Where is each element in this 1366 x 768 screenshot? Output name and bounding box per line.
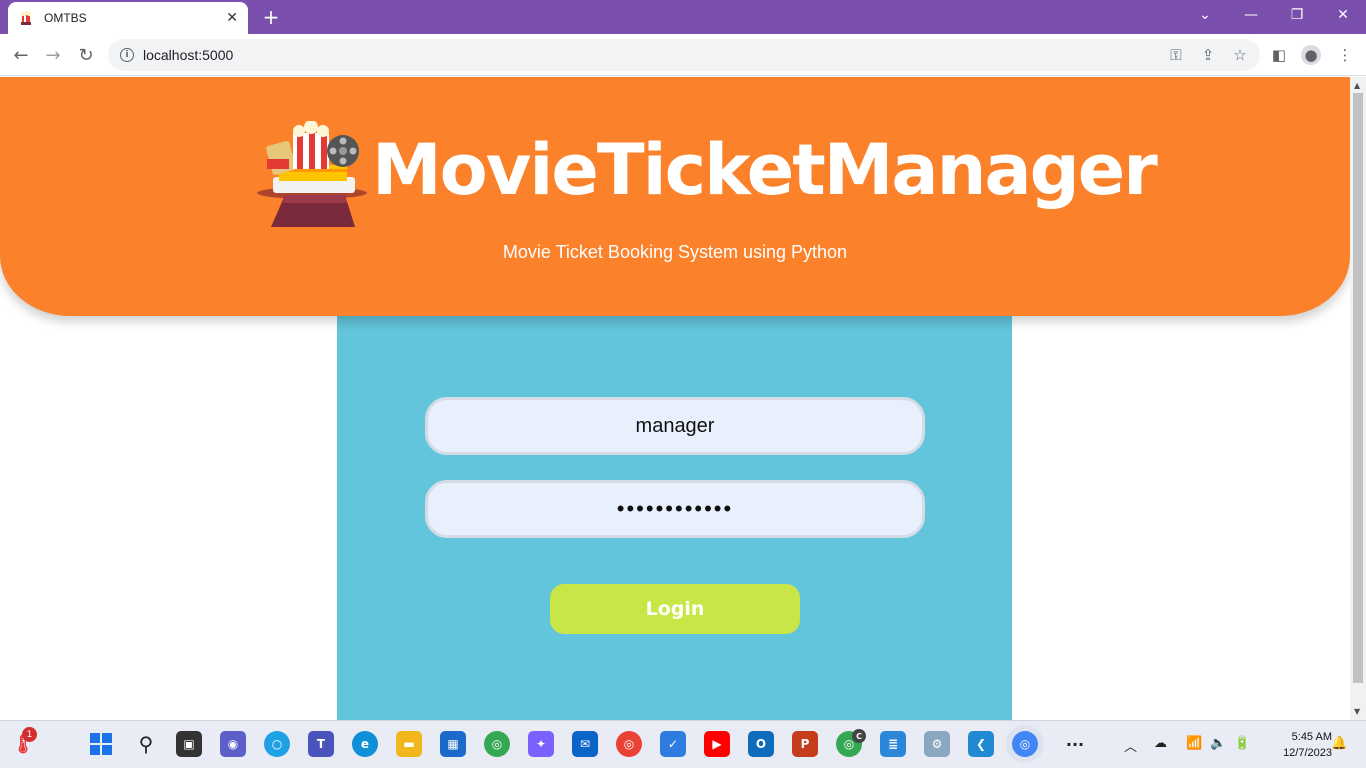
chrome-beta-icon[interactable]: ◎ <box>484 731 510 757</box>
chrome-profile-icon[interactable]: ◎ <box>616 731 642 757</box>
weather-badge: 1 <box>22 727 37 742</box>
notification-bell-icon[interactable]: 🔔 <box>1331 736 1347 751</box>
notepad-icon[interactable]: ≣ <box>880 731 906 757</box>
cinema-logo-icon <box>257 121 367 227</box>
clock-date: 12/7/2023 <box>1283 747 1332 759</box>
new-tab-icon[interactable]: + <box>258 4 284 30</box>
battery-icon[interactable]: 🔋 <box>1234 736 1250 751</box>
wifi-icon[interactable]: 📶 <box>1186 736 1202 751</box>
chrome-profile-badge: C <box>852 729 866 743</box>
page-viewport: manager •••••••••••• Login MovieTicketMa… <box>0 77 1350 720</box>
restore-icon[interactable]: ❐ <box>1274 0 1320 30</box>
system-clock[interactable]: 5:45 AM 12/7/2023 <box>1262 729 1332 761</box>
teams-icon[interactable]: T <box>308 731 334 757</box>
onedrive-icon[interactable]: ☁ <box>1154 736 1167 751</box>
mail-icon[interactable]: ✉ <box>572 731 598 757</box>
volume-icon[interactable]: 🔈 <box>1210 736 1226 751</box>
more-apps-icon[interactable]: ··· <box>1062 731 1088 757</box>
browser-tab[interactable]: OMTBS ✕ <box>8 2 248 34</box>
side-panel-icon[interactable]: ◧ <box>1269 45 1289 65</box>
browser-toolbar: ← → ↻ i localhost:5000 ⚿ ⇪ ☆ ◧ ● ⋮ <box>0 34 1366 76</box>
store-icon[interactable]: ▦ <box>440 731 466 757</box>
tray-chevron-icon[interactable]: ︿ <box>1124 736 1137 755</box>
bookmark-star-icon[interactable]: ☆ <box>1230 45 1250 65</box>
brand-title: MovieTicketManager <box>372 129 1158 211</box>
username-input[interactable]: manager <box>425 397 925 455</box>
scroll-down-icon[interactable]: ▼ <box>1354 707 1360 716</box>
login-button[interactable]: Login <box>550 584 800 634</box>
profile-avatar-icon[interactable]: ● <box>1301 45 1321 65</box>
vscode-icon[interactable]: ❮ <box>968 731 994 757</box>
chat-icon[interactable]: ◉ <box>220 731 246 757</box>
close-tab-icon[interactable]: ✕ <box>226 10 238 26</box>
scroll-thumb[interactable] <box>1353 93 1363 683</box>
youtube-icon[interactable]: ▶ <box>704 731 730 757</box>
address-bar[interactable]: i localhost:5000 <box>108 39 1260 71</box>
scroll-up-icon[interactable]: ▲ <box>1354 81 1360 90</box>
clock-time: 5:45 AM <box>1291 731 1332 743</box>
search-icon[interactable]: ⚲ <box>133 731 159 757</box>
close-window-icon[interactable]: ✕ <box>1320 0 1366 30</box>
brand-subtitle: Movie Ticket Booking System using Python <box>502 242 848 262</box>
settings-gear-icon[interactable]: ⚙ <box>924 731 950 757</box>
page-scrollbar[interactable]: ▲ ▼ <box>1350 77 1366 720</box>
site-info-icon[interactable]: i <box>120 48 134 62</box>
page-header: MovieTicketManager Movie Ticket Booking … <box>0 77 1350 316</box>
back-icon[interactable]: ← <box>8 42 34 68</box>
todo-icon[interactable]: ✓ <box>660 731 686 757</box>
minimize-icon[interactable]: — <box>1228 0 1274 30</box>
powerpoint-icon[interactable]: P <box>792 731 818 757</box>
key-icon[interactable]: ⚿ <box>1166 45 1186 65</box>
outlook-icon[interactable]: O <box>748 731 774 757</box>
windows-taskbar: 🌡 1 ⚲ ▣ ◉ ○ T e ▬ ▦ ◎ ✦ ✉ ◎ ✓ ▶ O P ◎ C … <box>0 720 1366 768</box>
start-icon[interactable] <box>88 731 114 757</box>
username-value: manager <box>635 414 715 437</box>
password-input[interactable]: •••••••••••• <box>425 480 925 538</box>
forward-icon[interactable]: → <box>40 42 66 68</box>
edge-icon[interactable]: e <box>352 731 378 757</box>
file-explorer-icon[interactable]: ▬ <box>396 731 422 757</box>
password-value: •••••••••••• <box>616 496 734 521</box>
tab-title: OMTBS <box>44 11 87 25</box>
cortana-icon[interactable]: ○ <box>264 731 290 757</box>
url-text: localhost:5000 <box>143 47 234 63</box>
share-icon[interactable]: ⇪ <box>1198 45 1218 65</box>
login-card: manager •••••••••••• Login <box>337 257 1012 720</box>
reload-icon[interactable]: ↻ <box>73 42 99 68</box>
browser-tab-strip: OMTBS ✕ + ⌄ — ❐ ✕ <box>0 0 1366 34</box>
tab-search-icon[interactable]: ⌄ <box>1182 0 1228 30</box>
copilot-icon[interactable]: ✦ <box>528 731 554 757</box>
popcorn-favicon-icon <box>21 11 31 25</box>
browser-menu-icon[interactable]: ⋮ <box>1335 45 1355 65</box>
task-view-icon[interactable]: ▣ <box>176 731 202 757</box>
chrome-active-icon[interactable]: ◎ <box>1012 731 1038 757</box>
